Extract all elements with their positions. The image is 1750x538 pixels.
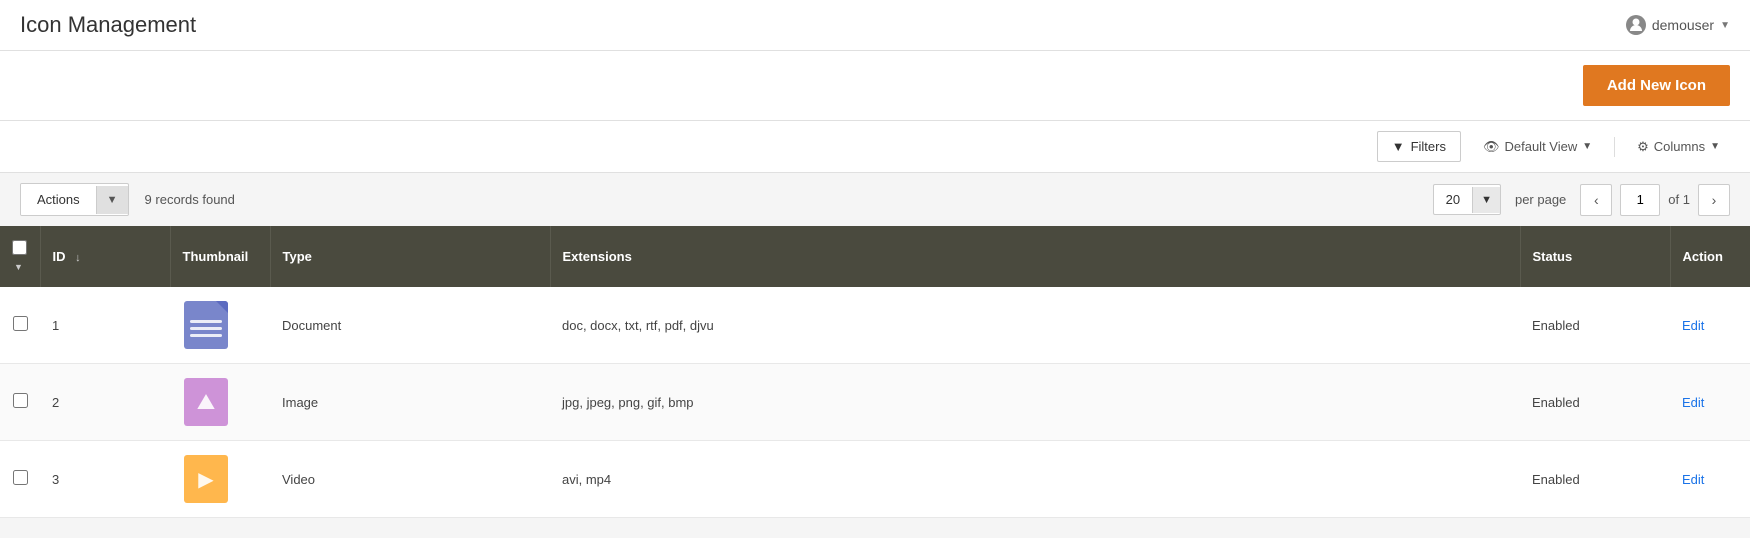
row-status: Enabled: [1520, 287, 1670, 364]
prev-page-button[interactable]: ‹: [1580, 184, 1612, 216]
row-status: Enabled: [1520, 441, 1670, 518]
th-status[interactable]: Status: [1520, 226, 1670, 287]
row-action: Edit: [1670, 287, 1750, 364]
row-id: 3: [40, 441, 170, 518]
separator: [1614, 137, 1615, 157]
row-extensions: doc, docx, txt, rtf, pdf, djvu: [550, 287, 1520, 364]
top-header: Icon Management demouser ▼: [0, 0, 1750, 51]
row-thumbnail: ▶: [170, 441, 270, 518]
page-number-input[interactable]: [1620, 184, 1660, 216]
columns-label: Columns: [1654, 139, 1705, 154]
thumbnail-container: ⛰: [182, 378, 230, 426]
th-checkbox[interactable]: ▼: [0, 226, 40, 287]
page-title: Icon Management: [20, 12, 196, 38]
thumbnail-container: [182, 301, 230, 349]
thumbnail-container: ▶: [182, 455, 230, 503]
filters-button[interactable]: ▼ Filters: [1377, 131, 1461, 162]
total-pages: 1: [1683, 192, 1690, 207]
table-row: 1 Documentdoc, docx, txt, rtf, pdf, djvu…: [0, 287, 1750, 364]
user-chevron-icon: ▼: [1720, 20, 1730, 31]
row-checkbox[interactable]: [13, 470, 28, 485]
row-checkbox-cell: [0, 364, 40, 441]
th-action: Action: [1670, 226, 1750, 287]
row-checkbox[interactable]: [13, 316, 28, 331]
th-thumbnail: Thumbnail: [170, 226, 270, 287]
per-page-value: 20: [1434, 185, 1472, 214]
th-extensions-label: Extensions: [563, 249, 632, 264]
row-checkbox-cell: [0, 441, 40, 518]
video-icon: ▶: [184, 455, 228, 503]
of-label: of 1: [1668, 192, 1690, 207]
edit-link[interactable]: Edit: [1682, 472, 1704, 487]
row-action: Edit: [1670, 364, 1750, 441]
gear-icon: ⚙: [1637, 139, 1649, 155]
th-chevron-icon: ▼: [14, 262, 23, 272]
sort-down-icon: ↓: [75, 252, 81, 264]
actions-chevron-icon[interactable]: ▼: [96, 186, 128, 214]
row-type: Document: [270, 287, 550, 364]
th-thumbnail-label: Thumbnail: [183, 249, 249, 264]
th-action-label: Action: [1683, 249, 1723, 264]
columns-chevron-icon: ▼: [1710, 141, 1720, 152]
records-count: 9: [145, 192, 152, 207]
row-action: Edit: [1670, 441, 1750, 518]
mountain-icon: ⛰: [197, 389, 215, 415]
view-chevron-icon: ▼: [1582, 141, 1592, 152]
row-thumbnail: ⛰: [170, 364, 270, 441]
per-page-select[interactable]: 20 ▼: [1433, 184, 1501, 215]
filter-bar: ▼ Filters 👁 Default View ▼ ⚙ Columns ▼: [0, 121, 1750, 173]
th-status-label: Status: [1533, 249, 1573, 264]
actions-left: Actions ▼ 9 records found: [20, 183, 235, 216]
default-view-button[interactable]: 👁 Default View ▼: [1473, 133, 1602, 161]
data-table: ▼ ID ↓ Thumbnail Type Extensions Status: [0, 226, 1750, 518]
play-icon: ▶: [198, 467, 213, 492]
default-view-label: Default View: [1504, 139, 1577, 154]
th-extensions[interactable]: Extensions: [550, 226, 1520, 287]
add-new-icon-button[interactable]: Add New Icon: [1583, 65, 1730, 106]
table-row: 3 ▶ Videoavi, mp4Enabled Edit: [0, 441, 1750, 518]
select-all-checkbox[interactable]: [12, 240, 27, 255]
row-type: Image: [270, 364, 550, 441]
actions-right: 20 ▼ per page ‹ of 1 ›: [1433, 184, 1730, 216]
table-row: 2 ⛰ Imagejpg, jpeg, png, gif, bmpEnabled…: [0, 364, 1750, 441]
th-id[interactable]: ID ↓: [40, 226, 170, 287]
row-extensions: avi, mp4: [550, 441, 1520, 518]
per-page-label: per page: [1509, 192, 1572, 207]
columns-button[interactable]: ⚙ Columns ▼: [1627, 133, 1730, 161]
row-checkbox-cell: [0, 287, 40, 364]
edit-link[interactable]: Edit: [1682, 318, 1704, 333]
username-label: demouser: [1652, 17, 1714, 33]
row-thumbnail: [170, 287, 270, 364]
th-type-label: Type: [283, 249, 312, 264]
table-header-row: ▼ ID ↓ Thumbnail Type Extensions Status: [0, 226, 1750, 287]
actions-bar: Actions ▼ 9 records found 20 ▼ per page …: [0, 173, 1750, 226]
row-id: 2: [40, 364, 170, 441]
filter-icon: ▼: [1392, 139, 1405, 154]
filters-label: Filters: [1411, 139, 1446, 154]
row-extensions: jpg, jpeg, png, gif, bmp: [550, 364, 1520, 441]
records-found: 9 records found: [145, 192, 235, 207]
actions-dropdown[interactable]: Actions ▼: [20, 183, 129, 216]
records-found-label: records found: [155, 192, 235, 207]
eye-icon: 👁: [1483, 139, 1500, 155]
th-id-label: ID: [53, 249, 66, 264]
user-avatar-icon: [1626, 15, 1646, 35]
toolbar: Add New Icon: [0, 51, 1750, 121]
document-icon: [184, 301, 228, 349]
th-type[interactable]: Type: [270, 226, 550, 287]
next-page-button[interactable]: ›: [1698, 184, 1730, 216]
row-type: Video: [270, 441, 550, 518]
row-id: 1: [40, 287, 170, 364]
user-info[interactable]: demouser ▼: [1626, 15, 1730, 35]
actions-label: Actions: [21, 184, 96, 215]
row-status: Enabled: [1520, 364, 1670, 441]
page-wrapper: Icon Management demouser ▼ Add New Icon …: [0, 0, 1750, 538]
row-checkbox[interactable]: [13, 393, 28, 408]
per-page-chevron-icon[interactable]: ▼: [1472, 187, 1500, 213]
edit-link[interactable]: Edit: [1682, 395, 1704, 410]
image-icon: ⛰: [184, 378, 228, 426]
